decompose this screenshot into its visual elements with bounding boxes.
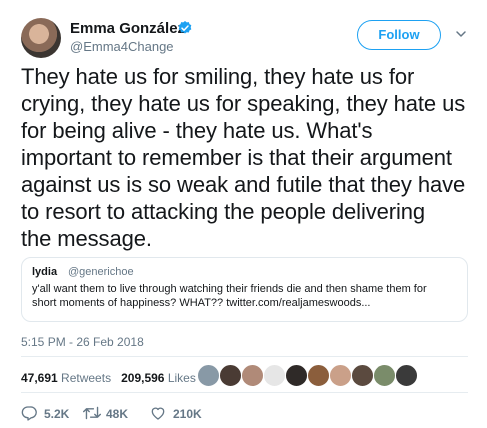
like-count[interactable]: 209,596 Likes [121, 371, 196, 385]
author-handle[interactable]: @Emma4Change [70, 39, 174, 54]
divider [21, 392, 468, 393]
reply-count: 5.2K [44, 407, 70, 421]
quoted-text-line: y'all want them to live through watching… [32, 283, 427, 295]
liker-avatar[interactable] [197, 364, 220, 387]
tweet-text: They hate us for smiling, they hate us f… [21, 63, 479, 252]
liker-avatar[interactable] [285, 364, 308, 387]
liker-avatar[interactable] [307, 364, 330, 387]
quoted-text: y'all want them to live through watching… [32, 282, 457, 310]
quoted-tweet[interactable]: lydia @generichoe y'all want them to liv… [21, 257, 468, 322]
retweet-count[interactable]: 47,691 Retweets [21, 371, 111, 385]
liker-avatar[interactable] [395, 364, 418, 387]
quoted-author-name: lydia [32, 266, 58, 278]
heart-icon [151, 407, 165, 420]
verified-badge-icon [178, 21, 192, 34]
liker-avatar[interactable] [219, 364, 242, 387]
liker-avatar[interactable] [241, 364, 264, 387]
liker-avatar[interactable] [351, 364, 374, 387]
liker-avatar[interactable] [263, 364, 286, 387]
author-avatar[interactable] [21, 18, 61, 58]
like-action-count: 210K [173, 407, 202, 421]
tweet-text-line: against us is so weak and futile that th… [21, 172, 466, 197]
tweet-timestamp[interactable]: 5:15 PM - 26 Feb 2018 [21, 335, 144, 349]
tweet-text-line: They hate us for smiling, they hate us f… [21, 64, 415, 89]
tweet-card: Emma González @Emma4Change Follow They h… [0, 0, 487, 428]
tweet-text-line: important to remember is that their argu… [21, 145, 452, 170]
tweet-text-line: for being alive - they hate us. What's [21, 118, 373, 143]
retweet-icon [83, 406, 101, 420]
divider [21, 356, 468, 357]
tweet-text-line: to resort to attacking the people delive… [21, 199, 426, 224]
tweet-text-line: the message. [21, 226, 152, 251]
chevron-down-icon[interactable] [455, 28, 467, 40]
quoted-text-line: short moments of happiness? WHAT?? twitt… [32, 297, 371, 309]
quoted-author-handle: @generichoe [68, 266, 134, 278]
author-name[interactable]: Emma González [70, 20, 185, 37]
reply-icon [21, 406, 37, 421]
engagement-stats: 47,691 Retweets 209,596 Likes [21, 371, 196, 385]
follow-button[interactable]: Follow [357, 20, 441, 50]
liker-avatar[interactable] [329, 364, 352, 387]
liker-avatar[interactable] [373, 364, 396, 387]
retweet-action-count: 48K [106, 407, 129, 421]
tweet-text-line: crying, they hate us for speaking, they … [21, 91, 466, 116]
